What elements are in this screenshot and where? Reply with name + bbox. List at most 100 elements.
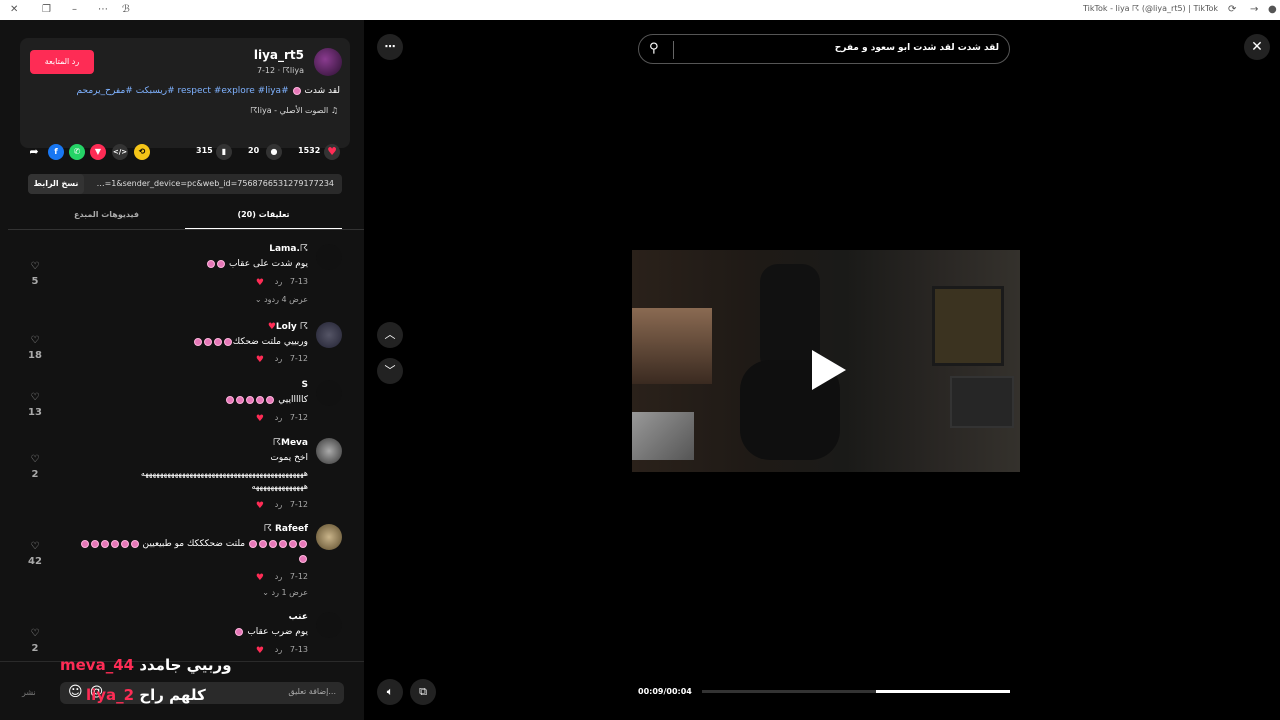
- comment-like-icon[interactable]: ♡: [28, 628, 42, 639]
- view-replies-button[interactable]: عرض 1 رد ⌄: [262, 588, 308, 597]
- comment-author[interactable]: Lama.☈: [269, 244, 308, 254]
- copy-link-button[interactable]: نسخ الرابط: [28, 174, 84, 194]
- browser-titlebar: ✕ ❐ – ⋯ ℬ TikTok - liya ☈ (@liya_rt5) | …: [0, 0, 1280, 20]
- panel-tabs: تعليقات (20) فيديوهات المبدع: [28, 206, 342, 230]
- comment-author[interactable]: ♥Loly ☈: [268, 322, 308, 332]
- comment-panel: رد المتابعة liya_rt5 7-12 · ☈liya لقد شد…: [0, 20, 364, 720]
- chevron-down-icon: ﹀: [384, 364, 396, 377]
- comment-author[interactable]: ☈Meva: [273, 438, 308, 448]
- comment-avatar[interactable]: [316, 524, 342, 550]
- reload-icon[interactable]: ⟳: [1228, 3, 1236, 17]
- comment-avatar[interactable]: [316, 380, 342, 406]
- bookmark-icon[interactable]: ▮: [216, 144, 232, 160]
- search-input[interactable]: لقد شدت لقد شدت ابو سعود و مفرح: [835, 43, 999, 53]
- saves-count: 315: [196, 146, 213, 155]
- reply-button[interactable]: رد: [275, 572, 282, 581]
- emoji-icon: [100, 539, 109, 548]
- tab-comments[interactable]: تعليقات (20): [185, 206, 342, 230]
- comment-like-icon[interactable]: ♡: [28, 541, 42, 552]
- overlay-text-2: كلهم راح: [139, 686, 206, 704]
- overlay-text-1: وربيي جامدد: [139, 656, 232, 674]
- repost-icon[interactable]: ⟲: [134, 144, 150, 160]
- view-replies-button[interactable]: عرض 4 ردود ⌄: [255, 295, 308, 304]
- pip-icon: ⧉: [419, 685, 427, 698]
- emoji-icon: [292, 86, 301, 95]
- emoji-icon: [223, 337, 232, 346]
- search-caret: [673, 41, 674, 59]
- comment-avatar[interactable]: [316, 438, 342, 464]
- emoji-icon: [249, 539, 257, 548]
- volume-button[interactable]: 🔈︎: [377, 679, 403, 705]
- comment-author[interactable]: عنب: [289, 612, 308, 622]
- embed-icon[interactable]: </>: [112, 144, 128, 160]
- comment-text-line: ههههههههههههههه: [251, 482, 308, 491]
- close-button[interactable]: ✕: [1244, 34, 1270, 60]
- comment-date: 7-13: [289, 277, 308, 286]
- progress-bar[interactable]: [702, 690, 1010, 693]
- tiktok-share-icon[interactable]: ▼: [90, 144, 106, 160]
- share-arrow-icon[interactable]: ➦: [26, 144, 42, 160]
- reply-button[interactable]: رد: [275, 413, 282, 422]
- author-avatar[interactable]: [314, 48, 342, 76]
- search-bar[interactable]: ⚲ لقد شدت لقد شدت ابو سعود و مفرح: [638, 34, 1010, 64]
- emoji-icon: [266, 395, 275, 404]
- comment-text-content: وربييي ملتت ضحكك: [232, 337, 308, 347]
- forward-icon[interactable]: →: [1250, 3, 1258, 17]
- comment-avatar[interactable]: [316, 612, 342, 638]
- emoji-icon: [203, 337, 212, 346]
- follow-back-button[interactable]: رد المتابعة: [30, 50, 94, 74]
- reply-button[interactable]: رد: [275, 354, 282, 363]
- emoji-icon: [299, 554, 307, 563]
- comment-like-icon[interactable]: ♡: [28, 335, 42, 346]
- previous-video-button[interactable]: ︿: [377, 322, 403, 348]
- tab-divider: [8, 229, 364, 230]
- comment-date: 7-12: [289, 500, 308, 509]
- post-button[interactable]: نشر: [22, 688, 36, 697]
- comment-text: يوم شدت على عقاب: [206, 259, 308, 269]
- picture-in-picture-button[interactable]: ⧉: [410, 679, 436, 705]
- comment-date: 7-12: [289, 354, 308, 363]
- comment-date: 7-13: [289, 645, 308, 654]
- reply-button[interactable]: رد: [275, 645, 282, 654]
- comment-item: ☈ Rafeef ملتت ضحكككك مو طبيعيين 7-12 رد …: [0, 524, 364, 604]
- more-options-button[interactable]: ⋯: [377, 34, 403, 60]
- comment-avatar[interactable]: [316, 244, 342, 270]
- comment-bubble-icon[interactable]: ●: [266, 144, 282, 160]
- heart-icon: ♥: [267, 322, 276, 332]
- author-username[interactable]: liya_rt5: [254, 48, 304, 62]
- comment-text: اخخ يموت: [270, 453, 308, 463]
- reply-button[interactable]: رد: [275, 500, 282, 509]
- close-window-icon[interactable]: ✕: [10, 3, 18, 17]
- music-line[interactable]: ♫ الصوت الأصلي - liya☈: [250, 106, 338, 115]
- speaker-icon: 🔈︎: [386, 685, 394, 698]
- comment-like-icon[interactable]: ♡: [28, 454, 42, 465]
- comment-like-icon[interactable]: ♡: [28, 392, 42, 403]
- more-icon[interactable]: ⋯: [98, 3, 108, 17]
- emoji-icon: [226, 395, 235, 404]
- emoji-icon: [289, 539, 297, 548]
- comment-like-count: 2: [31, 643, 39, 654]
- comment-author[interactable]: ☈ Rafeef: [264, 524, 308, 534]
- comment-item: ♥Loly ☈ وربييي ملتت ضحكك 7-12 رد ♥ ♡ 18: [0, 322, 364, 372]
- whatsapp-icon[interactable]: ✆: [69, 144, 85, 160]
- comment-like-icon[interactable]: ♡: [28, 261, 42, 272]
- comment-author[interactable]: S: [302, 380, 308, 390]
- comment-avatar[interactable]: [316, 322, 342, 348]
- comment-text: يوم ضرب عقاب: [234, 627, 308, 637]
- comment-meta: 7-12 رد: [275, 413, 308, 422]
- minimize-icon[interactable]: –: [72, 3, 77, 17]
- language-icon[interactable]: ℬ: [122, 3, 130, 17]
- caption-hashtags[interactable]: #respect #explore #liya #ريسبكت #مفرح_ير…: [77, 86, 289, 96]
- facebook-icon[interactable]: f: [48, 144, 64, 160]
- tab-creator-videos[interactable]: فيديوهات المبدع: [28, 206, 185, 230]
- heart-icon[interactable]: ♥: [324, 144, 340, 160]
- next-video-button[interactable]: ﹀: [377, 358, 403, 384]
- restore-icon[interactable]: ❐: [42, 3, 51, 17]
- search-icon[interactable]: ⚲: [649, 41, 659, 56]
- reply-button[interactable]: رد: [275, 277, 282, 286]
- comment-item: S كاااااييي 7-12 رد ♥ ♡ 13: [0, 380, 364, 432]
- play-icon[interactable]: [812, 350, 846, 390]
- view-replies-label: عرض 1 رد: [271, 588, 308, 597]
- emoji-picker-icon[interactable]: ☺: [68, 684, 83, 700]
- emoji-icon: [299, 539, 307, 548]
